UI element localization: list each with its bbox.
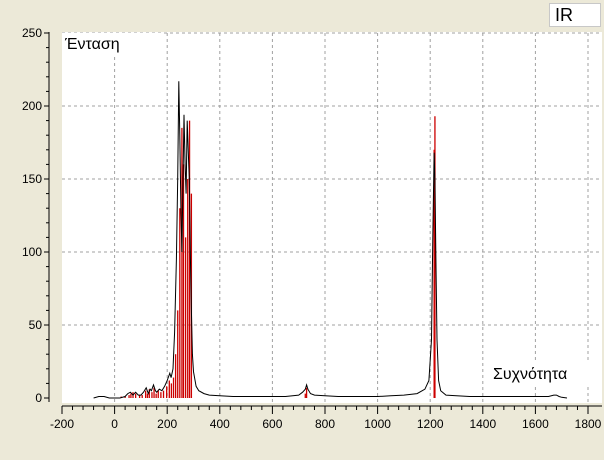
- y-tick-label: 0: [35, 391, 42, 405]
- x-tick-label: 1400: [469, 417, 496, 431]
- chart-frame: -200 0 200 400 600 800 1000 1200 1400 1600 1800 0 50…: [0, 0, 604, 455]
- x-axis-title: Συχνότητα: [490, 363, 592, 387]
- y-tick-label: 150: [22, 172, 42, 186]
- y-tick-label: 100: [22, 245, 42, 259]
- x-tick-label: 1800: [575, 417, 602, 431]
- plot-area: [62, 32, 602, 403]
- spectrum-type-badge: IR: [549, 3, 601, 27]
- x-tick-label: 1200: [417, 417, 444, 431]
- x-tick-label: 0: [111, 417, 118, 431]
- x-tick-label: 400: [210, 417, 230, 431]
- y-tick-label: 50: [29, 318, 43, 332]
- y-axis-title: Ένταση: [62, 33, 161, 57]
- x-tick-label: 600: [262, 417, 282, 431]
- y-tick-label: 200: [22, 99, 42, 113]
- x-tick-label: 800: [315, 417, 335, 431]
- x-tick-label: 1000: [364, 417, 391, 431]
- x-tick-label: 200: [157, 417, 177, 431]
- x-tick-label: -200: [50, 417, 74, 431]
- y-tick-label: 250: [22, 26, 42, 40]
- x-tick-label: 1600: [522, 417, 549, 431]
